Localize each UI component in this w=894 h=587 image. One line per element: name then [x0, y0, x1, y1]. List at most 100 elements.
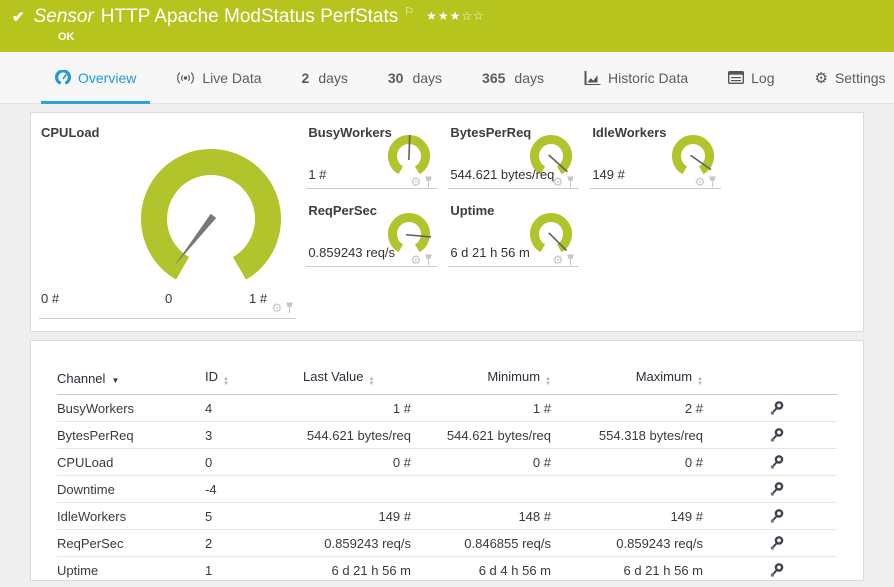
priority-stars[interactable]: ★★★☆☆ [426, 9, 485, 23]
edit-channel-wrench-icon[interactable] [769, 535, 784, 551]
tab-30-days[interactable]: 30 days [374, 52, 456, 103]
cell-maximum: 6 d 21 h 56 m [551, 556, 703, 580]
log-list-icon [728, 71, 745, 84]
column-header-actions [703, 365, 837, 395]
gauge-bytesperreq[interactable]: BytesPerReq 544.621 bytes/req ⚙ [448, 125, 580, 189]
edit-channel-wrench-icon[interactable] [769, 400, 784, 416]
gauge-needle [408, 134, 411, 161]
gauge-busyworkers[interactable]: BusyWorkers 1 # ⚙ [306, 125, 438, 189]
gauge-dial [672, 135, 715, 175]
tab-overview-label: Overview [78, 69, 137, 86]
cell-id: 3 [205, 421, 303, 449]
edit-channel-wrench-icon[interactable] [769, 481, 784, 497]
cell-id: 2 [205, 529, 303, 557]
cell-actions [703, 448, 837, 476]
sort-icon: ▲ ▼ [223, 376, 229, 387]
gauge-value: 6 d 21 h 56 m [450, 245, 530, 260]
tab-bar: Overview Live Data 2 days 30 days 365 days … [0, 52, 894, 104]
cell-channel[interactable]: BytesPerReq [57, 421, 205, 449]
cell-actions [703, 394, 837, 422]
column-header-minimum[interactable]: Minimum ▲ ▼ [411, 365, 551, 395]
table-row[interactable]: BusyWorkers 4 1 # 1 # 2 # [57, 394, 837, 422]
cell-channel[interactable]: Uptime [57, 556, 205, 580]
column-header-id[interactable]: ID ▲ ▼ [205, 365, 303, 395]
edit-channel-wrench-icon[interactable] [769, 508, 784, 524]
gauge-cpuload[interactable]: CPULoad 0 # 0 1 # ⚙ [39, 125, 297, 319]
tab-log-label: Log [751, 69, 775, 86]
gauge-cpuload-label: CPULoad [41, 125, 100, 140]
gear-icon: ⚙ [814, 69, 828, 87]
cell-minimum: 544.621 bytes/req [411, 421, 551, 449]
tab-365-days[interactable]: 365 days [468, 52, 558, 103]
cell-actions [703, 421, 837, 449]
gauge-reqpersec[interactable]: ReqPerSec 0.859243 req/s ⚙ [306, 203, 438, 267]
gauge-settings-gear-icon[interactable]: ⚙ [695, 176, 706, 188]
tab-live-data[interactable]: Live Data [162, 52, 275, 103]
edit-channel-wrench-icon[interactable] [769, 427, 784, 443]
pin-icon[interactable] [424, 176, 433, 188]
gauge-value: 149 # [592, 167, 625, 182]
cell-channel[interactable]: ReqPerSec [57, 529, 205, 557]
edit-channel-wrench-icon[interactable] [769, 454, 784, 470]
cell-channel[interactable]: CPULoad [57, 448, 205, 476]
pin-icon[interactable] [566, 254, 575, 266]
small-gauges: BusyWorkers 1 # ⚙ BytesPerReq 544.621 by… [306, 125, 855, 331]
gauge-dial [388, 134, 431, 175]
pin-icon[interactable] [566, 176, 575, 188]
gauge-dial [530, 213, 573, 253]
cell-id: 1 [205, 556, 303, 580]
gauge-settings-gear-icon[interactable]: ⚙ [272, 302, 283, 314]
cell-last-value: 544.621 bytes/req [303, 421, 411, 449]
cell-actions [703, 475, 837, 503]
edit-channel-wrench-icon[interactable] [769, 562, 784, 578]
cpuload-gauge-dial [141, 149, 281, 280]
tab-365-days-label: days [514, 69, 544, 86]
tab-log[interactable]: Log [714, 52, 788, 103]
tab-historic-data[interactable]: Historic Data [570, 52, 702, 103]
gauge-label: BusyWorkers [308, 125, 392, 140]
pin-icon[interactable] [424, 254, 433, 266]
gauge-settings-gear-icon[interactable]: ⚙ [553, 176, 564, 188]
table-row[interactable]: IdleWorkers 5 149 # 148 # 149 # [57, 502, 837, 530]
cell-channel[interactable]: IdleWorkers [57, 502, 205, 530]
gauge-label: BytesPerReq [450, 125, 532, 140]
tab-30-days-number: 30 [387, 69, 404, 86]
cell-maximum [551, 475, 703, 503]
tab-2-days[interactable]: 2 days [288, 52, 362, 103]
table-row[interactable]: CPULoad 0 0 # 0 # 0 # [57, 448, 837, 476]
gauge-idleworkers[interactable]: IdleWorkers 149 # ⚙ [590, 125, 722, 189]
gauge-label: IdleWorkers [592, 125, 667, 140]
cell-minimum: 1 # [411, 394, 551, 422]
tab-settings[interactable]: ⚙ Settings [800, 52, 894, 103]
column-header-last-value[interactable]: Last Value ▲ ▼ [303, 365, 411, 395]
pin-icon[interactable] [285, 302, 294, 314]
gauge-settings-gear-icon[interactable]: ⚙ [553, 254, 564, 266]
cell-minimum: 6 d 4 h 56 m [411, 556, 551, 580]
table-row[interactable]: Uptime 1 6 d 21 h 56 m 6 d 4 h 56 m 6 d … [57, 556, 837, 580]
gauge-value: 1 # [308, 167, 327, 182]
stars-empty: ☆☆ [461, 9, 485, 23]
cell-last-value [303, 475, 411, 503]
cell-channel[interactable]: Downtime [57, 475, 205, 503]
table-row[interactable]: ReqPerSec 2 0.859243 req/s 0.846855 req/… [57, 529, 837, 557]
pin-icon[interactable] [708, 176, 717, 188]
gauge-settings-gear-icon[interactable]: ⚙ [411, 254, 422, 266]
gauge-uptime[interactable]: Uptime 6 d 21 h 56 m ⚙ [448, 203, 580, 267]
cell-maximum: 554.318 bytes/req [551, 421, 703, 449]
cell-last-value: 0 # [303, 448, 411, 476]
cell-last-value: 149 # [303, 502, 411, 530]
sensor-header: ✔ Sensor HTTP Apache ModStatus PerfStats… [0, 0, 894, 52]
priority-flag-icon[interactable]: ⚐ [404, 5, 414, 18]
cell-channel[interactable]: BusyWorkers [57, 394, 205, 422]
cell-actions [703, 556, 837, 580]
cell-minimum [411, 475, 551, 503]
gauge-settings-gear-icon[interactable]: ⚙ [411, 176, 422, 188]
table-row[interactable]: BytesPerReq 3 544.621 bytes/req 544.621 … [57, 421, 837, 449]
column-header-channel[interactable]: Channel ▼ [57, 365, 205, 395]
sort-icon: ▲ ▼ [545, 376, 551, 387]
column-header-maximum[interactable]: Maximum ▲ ▼ [551, 365, 703, 395]
tab-overview[interactable]: Overview [41, 52, 151, 104]
cell-actions [703, 502, 837, 530]
table-row[interactable]: Downtime -4 [57, 475, 837, 503]
status-ok-check-icon: ✔ [12, 9, 25, 26]
